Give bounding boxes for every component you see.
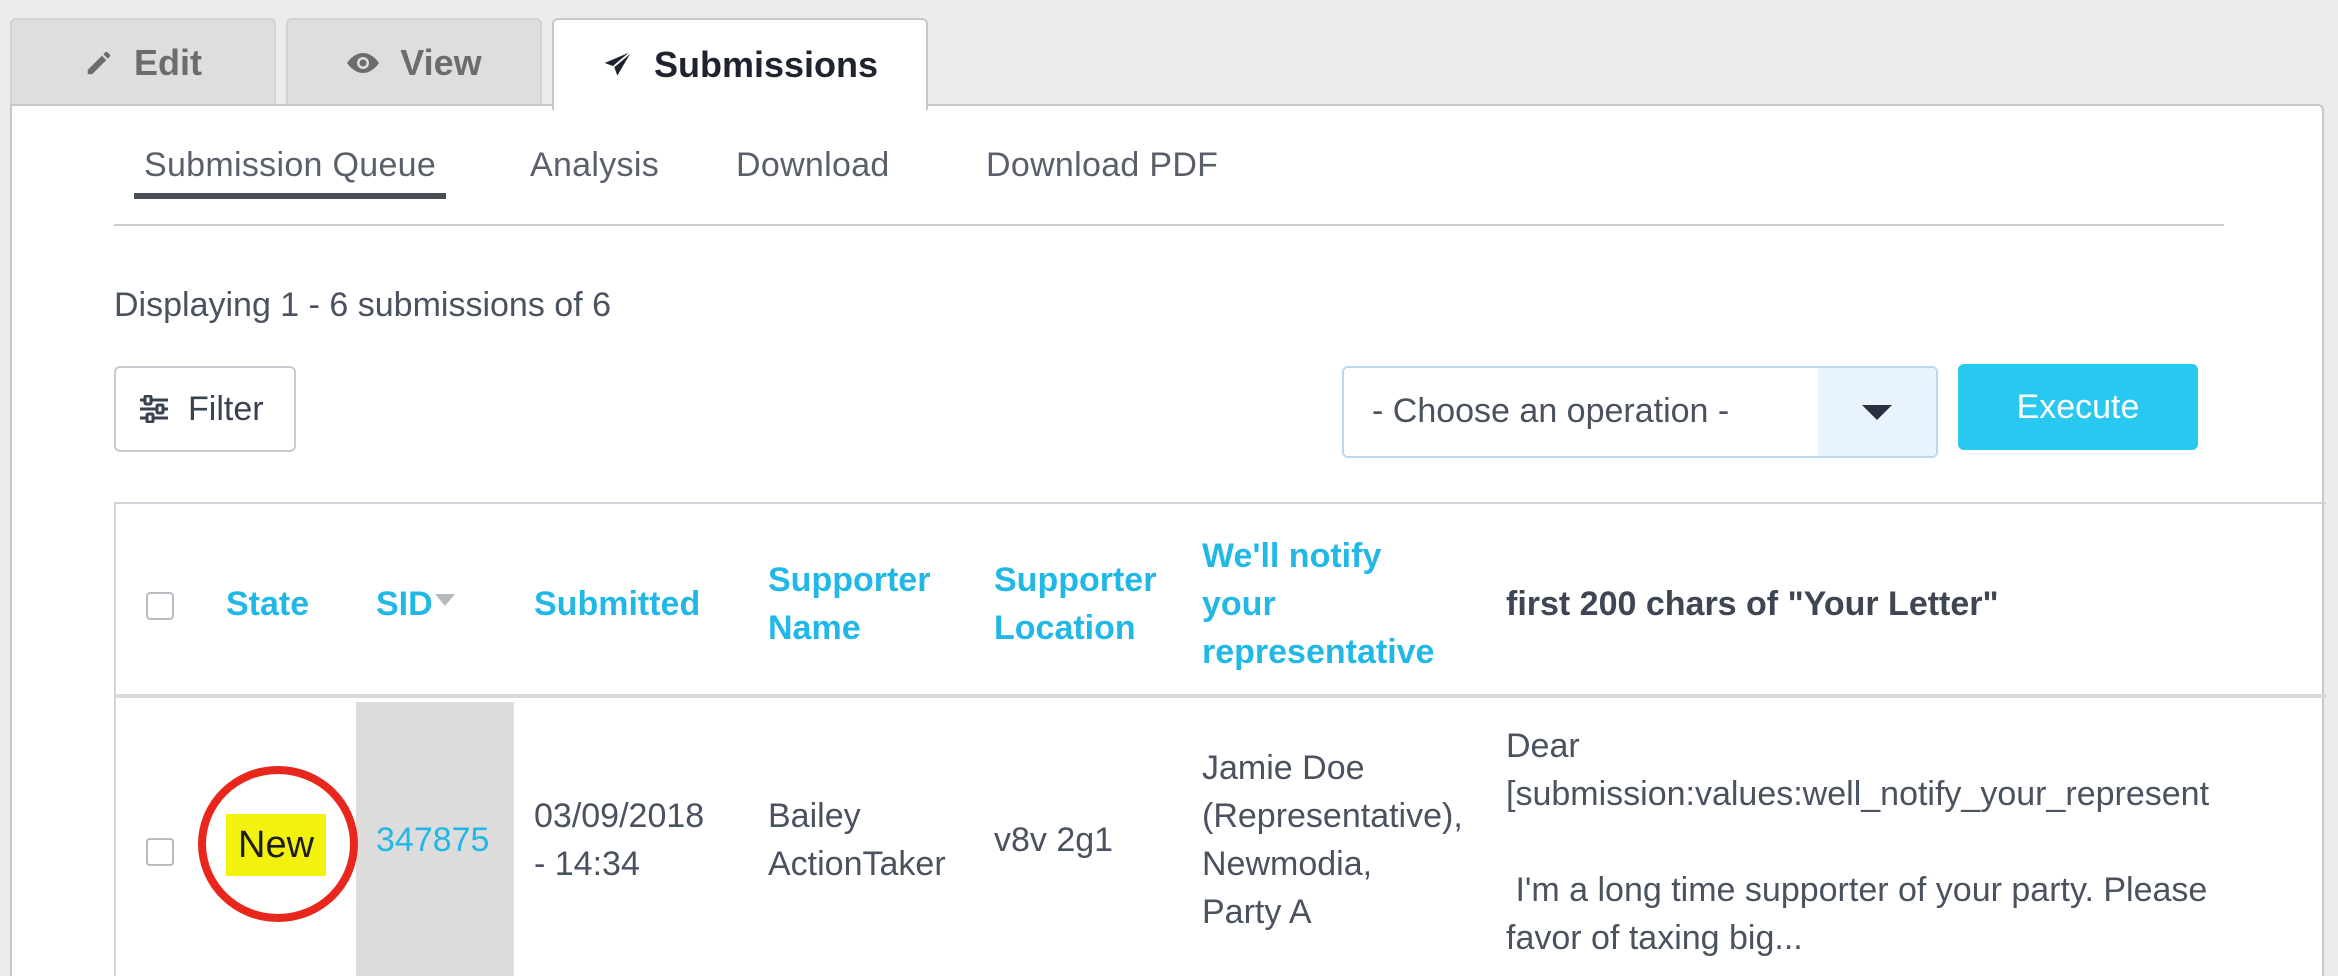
tab-submissions-label: Submissions: [653, 44, 879, 85]
tab-edit-label: Edit: [134, 42, 202, 83]
col-notify-line3: representative: [1202, 633, 1435, 671]
operation-select[interactable]: - Choose an operation -: [1342, 366, 1938, 458]
notify-line3: Newmodia,: [1202, 845, 1373, 883]
operation-select-value: - Choose an operation -: [1372, 392, 1730, 430]
submitted-cell: 03/09/2018 - 14:34: [534, 792, 704, 888]
tab-submissions[interactable]: Submissions: [552, 18, 928, 110]
col-notify-representative[interactable]: We'll notify your representative: [1202, 532, 1434, 676]
select-all-checkbox[interactable]: [146, 592, 174, 620]
submissions-table: State SID Submitted Supporter Name Suppo…: [114, 502, 2326, 976]
letter-line3: I'm a long time supporter of your party.…: [1506, 871, 2208, 909]
table-header: State SID Submitted Supporter Name Suppo…: [116, 504, 2326, 698]
col-submitted[interactable]: Submitted: [534, 580, 700, 628]
notify-line2: (Representative),: [1202, 797, 1463, 835]
sliders-icon: [138, 395, 170, 423]
col-state[interactable]: State: [226, 580, 309, 628]
col-notify-line1: We'll notify: [1202, 537, 1382, 575]
col-sid-label: SID: [376, 585, 433, 623]
letter-blank-line: [1506, 818, 2209, 866]
highlight-circle: [198, 766, 358, 922]
col-supporter-name-line2: Name: [768, 609, 861, 647]
secondary-tabs: Submission Queue Analysis Download Downl…: [114, 146, 2224, 226]
tab-edit[interactable]: Edit: [10, 18, 276, 106]
col-supporter-location-line1: Supporter: [994, 561, 1157, 599]
supporter-name-cell: Bailey ActionTaker: [768, 792, 946, 888]
execute-button[interactable]: Execute: [1958, 364, 2198, 450]
table-row[interactable]: New 347875 03/09/2018 - 14:34 Bailey Act…: [116, 702, 2326, 976]
submissions-panel: Submission Queue Analysis Download Downl…: [10, 104, 2326, 976]
sort-desc-icon: [434, 594, 455, 606]
results-summary: Displaying 1 - 6 submissions of 6: [114, 286, 612, 324]
tab-view[interactable]: View: [286, 18, 542, 106]
col-sid[interactable]: SID: [376, 580, 455, 628]
notify-line4: Party A: [1202, 893, 1312, 931]
row-checkbox[interactable]: [146, 838, 174, 866]
filter-label: Filter: [188, 389, 264, 428]
subtab-analysis[interactable]: Analysis: [530, 146, 659, 185]
pencil-icon: [84, 48, 114, 78]
supporter-first-name: Bailey: [768, 797, 861, 835]
caret-down-icon[interactable]: [1818, 368, 1936, 456]
letter-line4: favor of taxing big...: [1506, 919, 1803, 957]
submitted-time: - 14:34: [534, 845, 640, 883]
col-letter: first 200 chars of "Your Letter": [1506, 585, 1999, 623]
notify-line1: Jamie Doe: [1202, 749, 1365, 787]
col-notify-line2: your: [1202, 585, 1276, 623]
supporter-location-cell: v8v 2g1: [994, 821, 1114, 859]
letter-line1: Dear: [1506, 727, 1580, 765]
col-supporter-location[interactable]: Supporter Location: [994, 556, 1156, 652]
subtab-download[interactable]: Download: [736, 146, 890, 185]
supporter-last-name: ActionTaker: [768, 845, 946, 883]
notify-representative-cell: Jamie Doe (Representative), Newmodia, Pa…: [1202, 744, 1463, 936]
tab-bar: Edit View Submissions: [0, 0, 2338, 110]
filter-button[interactable]: Filter: [114, 366, 296, 452]
subtab-submission-queue[interactable]: Submission Queue: [134, 146, 447, 199]
col-supporter-location-line2: Location: [994, 609, 1136, 647]
tab-view-label: View: [400, 42, 482, 83]
letter-line2: [submission:values:well_notify_your_repr…: [1506, 775, 2210, 813]
col-supporter-name[interactable]: Supporter Name: [768, 556, 930, 652]
paper-plane-icon: [602, 49, 634, 81]
letter-cell: Dear [submission:values:well_notify_your…: [1506, 722, 2209, 962]
sid-link[interactable]: 347875: [376, 816, 489, 864]
col-supporter-name-line1: Supporter: [768, 561, 931, 599]
subtab-download-pdf[interactable]: Download PDF: [986, 146, 1218, 185]
eye-icon: [346, 51, 380, 75]
submitted-date: 03/09/2018: [534, 797, 705, 835]
